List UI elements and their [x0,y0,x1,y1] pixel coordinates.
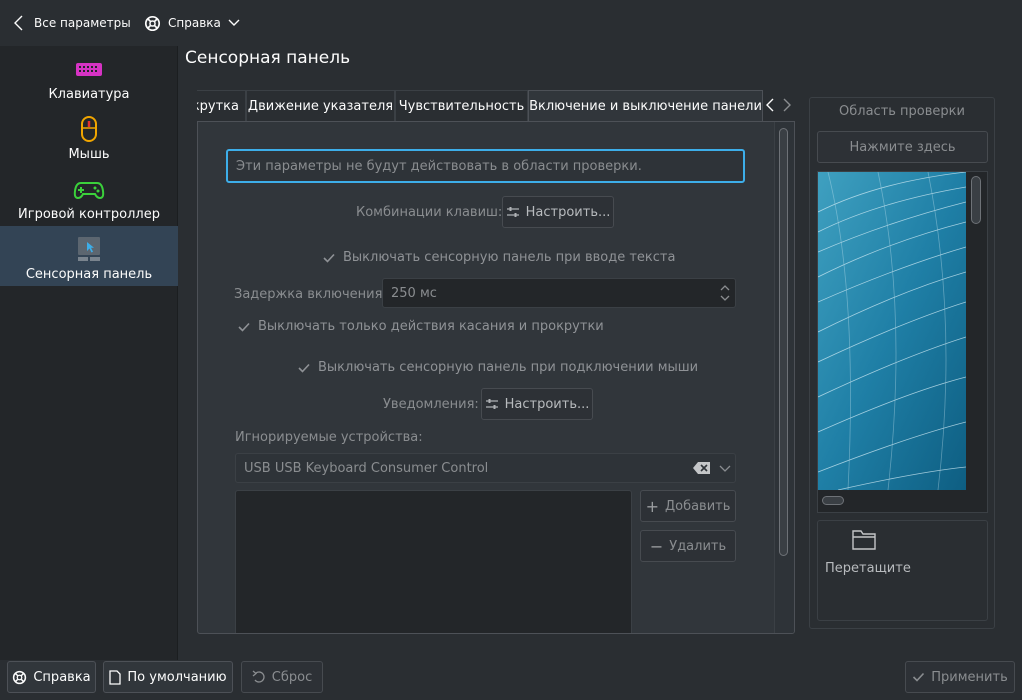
panel-scrollbar-handle[interactable] [779,128,788,556]
delay-value: 250 мс [391,285,437,301]
lifebuoy-icon [13,670,27,684]
sliders-icon [485,399,498,409]
defaults-label: По умолчанию [127,669,227,685]
touchpad-icon [78,237,100,261]
delay-label: Задержка включения: [234,287,387,302]
tab-scroll-right-button[interactable] [781,97,795,115]
sidebar-item-keyboard[interactable]: Клавиатура [0,46,178,106]
sidebar-item-label: Игровой контроллер [18,207,160,222]
test-area-title: Область проверки [839,104,965,119]
page-title: Сенсорная панель [185,48,351,68]
tab-label: Чувствительность [398,99,525,114]
gamepad-icon [73,182,105,200]
sidebar-item-label: Сенсорная панель [25,267,153,282]
apply-label: Применить [931,669,1008,685]
test-area-group: Область проверки Нажмите здесь Перетащит… [809,97,995,629]
keyboard-icon [76,63,102,76]
checkmark-icon [323,253,335,263]
drag-target-area[interactable]: Перетащите [817,520,988,621]
tab-label: крутка [197,99,239,114]
top-bar: Все параметры Справка [0,0,1022,46]
add-label: Добавить [664,498,731,514]
configure-label: Настроить... [525,204,611,220]
notifications-configure-button[interactable]: Настроить... [481,388,593,420]
sidebar: Клавиатура Мышь Игровой контроллер Сенсо… [0,46,178,660]
folder-icon [852,530,876,550]
configure-label: Настроить... [504,396,590,412]
help-button[interactable]: Справка [7,661,96,693]
chevron-left-icon [14,15,23,31]
shortcuts-label: Комбинации клавиш: [356,205,503,220]
back-button[interactable]: Все параметры [12,10,132,36]
chevron-left-icon [766,98,774,112]
sidebar-item-label: Мышь [68,147,110,162]
wallpaper-image [818,172,966,490]
shortcuts-configure-button[interactable]: Настроить... [502,196,614,228]
panel-scrollbar-track[interactable] [774,122,794,633]
remove-label: Удалить [669,538,727,554]
checkbox-label: Выключать сенсорную панель при вводе тек… [343,250,676,265]
sidebar-item-touchpad[interactable]: Сенсорная панель [0,226,178,286]
tab-scroll-left-button[interactable] [764,97,778,115]
tab-sensitivity[interactable]: Чувствительность [395,90,528,122]
tab-scrolling[interactable]: крутка [197,90,246,122]
apply-button[interactable]: Применить [905,661,1015,693]
disable-tap-scroll-checkbox[interactable]: Выключать только действия касания и прок… [238,319,604,334]
help-menu-button[interactable]: Справка [144,10,244,36]
sidebar-item-mouse[interactable]: Мышь [0,106,178,166]
ignored-devices-label: Игнорируемые устройства: [235,430,423,445]
sidebar-item-label: Клавиатура [48,87,130,102]
drag-label: Перетащите [825,561,911,576]
info-message-text: Эти параметры не будут действовать в обл… [236,158,642,174]
test-click-button[interactable]: Нажмите здесь [817,131,988,163]
clear-icon[interactable] [693,462,711,474]
tab-enable-disable[interactable]: Включение и выключение панели [528,90,763,122]
checkmark-icon [298,363,310,373]
checkbox-label: Выключать только действия касания и прок… [258,319,604,334]
sliders-icon [506,207,519,217]
reset-button[interactable]: Сброс [241,661,323,693]
minus-icon: − [649,536,664,556]
help-label: Справка [33,669,91,685]
reset-label: Сброс [271,669,313,685]
checkmark-icon [238,322,250,332]
delay-spinbox[interactable]: 250 мс [382,278,736,308]
disable-typing-checkbox[interactable]: Выключать сенсорную панель при вводе тек… [323,250,675,265]
remove-device-button[interactable]: − Удалить [640,530,736,562]
document-icon [109,669,122,685]
settings-panel: Эти параметры не будут действовать в обл… [197,121,795,634]
tab-pointer-motion[interactable]: Движение указателя [246,90,395,122]
notifications-label: Уведомления: [383,397,479,412]
tab-label: Движение указателя [247,99,394,114]
test-image-vscroll[interactable] [971,176,981,224]
chevron-right-icon [783,98,791,112]
device-combobox[interactable]: USB USB Keyboard Consumer Control [235,453,736,483]
undo-icon [252,670,265,683]
checkbox-label: Выключать сенсорную панель при подключен… [318,360,699,375]
sidebar-item-gamepad[interactable]: Игровой контроллер [0,166,178,226]
help-menu-label: Справка [168,16,221,30]
chevron-down-icon [719,465,731,472]
mouse-icon [81,116,97,142]
back-label: Все параметры [34,16,131,30]
ignored-devices-list[interactable] [235,490,632,633]
defaults-button[interactable]: По умолчанию [103,661,233,693]
click-label: Нажмите здесь [849,139,956,155]
tab-label: Включение и выключение панели [529,99,762,114]
test-image-view[interactable] [817,171,988,513]
disable-mouse-checkbox[interactable]: Выключать сенсорную панель при подключен… [298,360,698,375]
add-device-button[interactable]: + Добавить [640,490,736,522]
bottom-bar: Справка По умолчанию Сброс Применить [0,660,1022,700]
device-value: USB USB Keyboard Consumer Control [244,460,489,476]
chevron-down-icon [228,19,240,26]
checkmark-icon [913,672,925,682]
info-message-field: Эти параметры не будут действовать в обл… [226,149,745,183]
lifebuoy-icon [144,15,161,31]
test-image-hscroll[interactable] [822,496,844,505]
spin-arrows-icon [720,285,730,301]
plus-icon: + [645,496,659,516]
